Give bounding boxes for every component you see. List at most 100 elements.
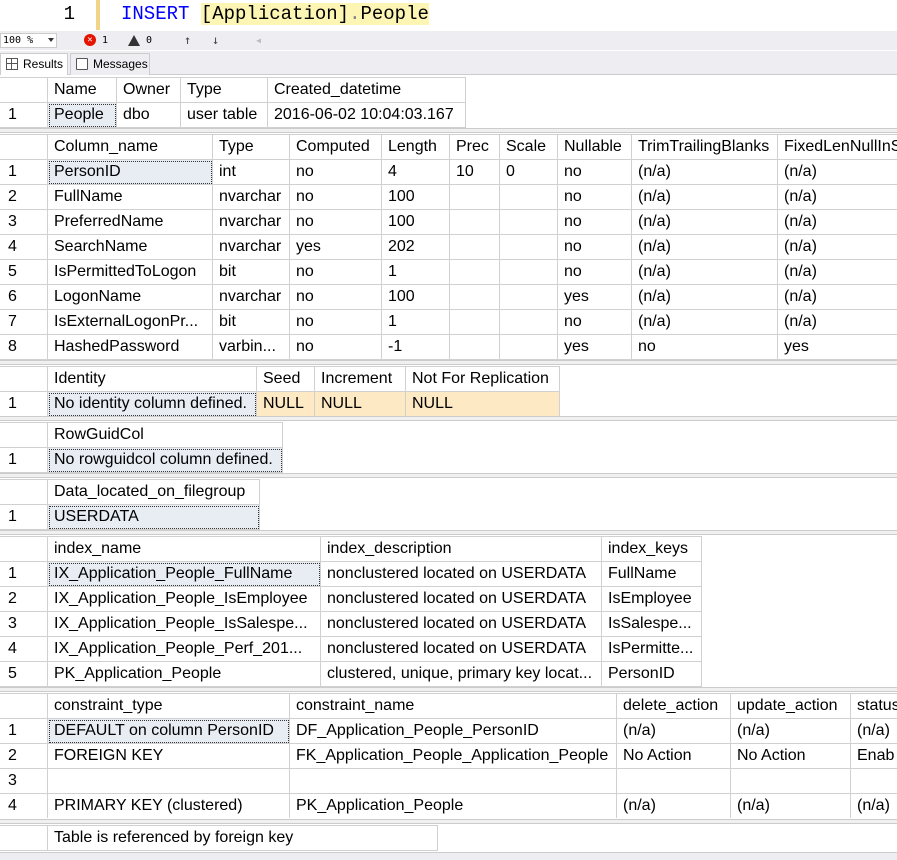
grid-cell[interactable]: (n/a) bbox=[632, 185, 778, 210]
grid-cell[interactable]: No identity column defined. bbox=[48, 392, 257, 417]
row-number[interactable]: 2 bbox=[0, 185, 48, 210]
row-number[interactable]: 3 bbox=[0, 769, 48, 794]
grid-cell[interactable]: No Action bbox=[731, 744, 851, 769]
grid-cell[interactable]: 4 bbox=[382, 160, 450, 185]
grid-cell[interactable]: (n/a) bbox=[731, 719, 851, 744]
column-header[interactable]: TrimTrailingBlanks bbox=[632, 135, 778, 160]
grid-cell[interactable]: bit bbox=[213, 310, 290, 335]
grid-cell[interactable]: int bbox=[213, 160, 290, 185]
grid-cell[interactable] bbox=[450, 285, 500, 310]
grid-cell[interactable]: no bbox=[290, 285, 382, 310]
grid-cell[interactable]: (n/a) bbox=[778, 285, 897, 310]
grid-cell[interactable]: no bbox=[558, 310, 632, 335]
grid-cell[interactable]: no bbox=[290, 210, 382, 235]
column-header[interactable]: Created_datetime bbox=[268, 78, 466, 103]
column-header[interactable]: status bbox=[851, 694, 897, 719]
grid-cell[interactable] bbox=[851, 769, 897, 794]
grid-cell[interactable]: dbo bbox=[117, 103, 181, 128]
row-number[interactable]: 1 bbox=[0, 719, 48, 744]
grid-cell[interactable]: PRIMARY KEY (clustered) bbox=[48, 794, 290, 818]
grid-cell[interactable]: (n/a) bbox=[851, 794, 897, 818]
grid-cell[interactable]: IsEmployee bbox=[602, 587, 702, 612]
grid-cell[interactable] bbox=[290, 769, 617, 794]
row-number[interactable]: 1 bbox=[0, 505, 48, 530]
grid-cell[interactable]: No Action bbox=[617, 744, 731, 769]
grid-splitter[interactable] bbox=[0, 128, 897, 133]
grid-cell[interactable]: (n/a) bbox=[731, 794, 851, 818]
row-number[interactable]: 5 bbox=[0, 662, 48, 687]
row-number[interactable]: 1 bbox=[0, 103, 48, 128]
grid-cell[interactable]: 1 bbox=[382, 260, 450, 285]
row-number[interactable]: 5 bbox=[0, 260, 48, 285]
grid-cell[interactable]: FullName bbox=[48, 185, 213, 210]
grid-cell[interactable]: IsExternalLogonPr... bbox=[48, 310, 213, 335]
zoom-dropdown[interactable]: 100 % bbox=[0, 33, 57, 48]
grid-cell[interactable]: PK_Application_People bbox=[48, 662, 321, 687]
grid-cell[interactable] bbox=[731, 769, 851, 794]
grid-cell[interactable]: PersonID bbox=[602, 662, 702, 687]
grid-cell[interactable] bbox=[500, 335, 558, 360]
column-header[interactable]: Nullable bbox=[558, 135, 632, 160]
grid-cell[interactable]: FullName bbox=[602, 562, 702, 587]
grid-cell[interactable]: USERDATA bbox=[48, 505, 260, 530]
grid-cell[interactable]: PersonID bbox=[48, 160, 213, 185]
column-header[interactable]: Scale bbox=[500, 135, 558, 160]
row-number[interactable]: 7 bbox=[0, 310, 48, 335]
grid-cell[interactable]: (n/a) bbox=[778, 260, 897, 285]
grid-splitter[interactable] bbox=[0, 530, 897, 535]
column-header[interactable]: Table is referenced by foreign key bbox=[48, 826, 438, 851]
grid-cell[interactable]: PK_Application_People bbox=[290, 794, 617, 818]
grid-cell[interactable]: no bbox=[558, 160, 632, 185]
column-header[interactable]: Prec bbox=[450, 135, 500, 160]
grid-cell[interactable]: DEFAULT on column PersonID bbox=[48, 719, 290, 744]
tab-messages[interactable]: Messages bbox=[70, 53, 150, 75]
column-header[interactable]: constraint_type bbox=[48, 694, 290, 719]
grid-cell[interactable] bbox=[617, 769, 731, 794]
grid-cell[interactable]: IsSalespe... bbox=[602, 612, 702, 637]
grid-cell[interactable]: (n/a) bbox=[778, 310, 897, 335]
grid-cell[interactable] bbox=[450, 185, 500, 210]
grid-cell[interactable]: no bbox=[558, 260, 632, 285]
row-number[interactable]: 4 bbox=[0, 794, 48, 818]
grid-splitter[interactable] bbox=[0, 473, 897, 478]
grid-cell[interactable] bbox=[500, 310, 558, 335]
tab-results[interactable]: Results bbox=[0, 53, 68, 75]
row-number[interactable]: 2 bbox=[0, 744, 48, 769]
grid-cell[interactable] bbox=[450, 210, 500, 235]
grid-cell[interactable]: no bbox=[290, 310, 382, 335]
grid-cell[interactable]: (n/a) bbox=[617, 794, 731, 818]
grid-cell[interactable]: (n/a) bbox=[778, 235, 897, 260]
grid-splitter[interactable] bbox=[0, 687, 897, 692]
grid-cell[interactable]: (n/a) bbox=[778, 210, 897, 235]
grid-splitter[interactable] bbox=[0, 416, 897, 421]
grid-cell[interactable]: yes bbox=[778, 335, 897, 360]
grid-cell[interactable] bbox=[450, 260, 500, 285]
column-header[interactable]: Length bbox=[382, 135, 450, 160]
warning-count[interactable]: 0 bbox=[128, 34, 152, 47]
grid-cell[interactable]: nvarchar bbox=[213, 185, 290, 210]
column-header[interactable]: delete_action bbox=[617, 694, 731, 719]
column-header[interactable]: Not For Replication bbox=[406, 367, 560, 392]
grid-cell[interactable]: No rowguidcol column defined. bbox=[48, 448, 283, 473]
grid-cell[interactable] bbox=[500, 235, 558, 260]
grid-cell[interactable] bbox=[500, 210, 558, 235]
arrow-left-icon[interactable]: ◂ bbox=[255, 33, 262, 47]
grid-cell[interactable]: Enab bbox=[851, 744, 897, 769]
grid-cell[interactable]: nonclustered located on USERDATA bbox=[321, 612, 602, 637]
error-count[interactable]: ✕ 1 bbox=[84, 34, 108, 47]
grid-splitter[interactable] bbox=[0, 819, 897, 824]
grid-cell[interactable]: (n/a) bbox=[632, 160, 778, 185]
column-header[interactable]: Increment bbox=[315, 367, 406, 392]
grid-cell[interactable]: -1 bbox=[382, 335, 450, 360]
grid-cell[interactable]: (n/a) bbox=[851, 719, 897, 744]
grid-cell[interactable]: People bbox=[48, 103, 117, 128]
column-header[interactable]: Owner bbox=[117, 78, 181, 103]
column-header[interactable]: index_name bbox=[48, 537, 321, 562]
results-grid-constraints[interactable]: constraint_type constraint_name delete_a… bbox=[0, 693, 897, 818]
grid-cell[interactable] bbox=[450, 335, 500, 360]
grid-cell[interactable]: no bbox=[290, 335, 382, 360]
grid-cell[interactable]: 1 bbox=[382, 310, 450, 335]
row-number[interactable]: 1 bbox=[0, 562, 48, 587]
grid-cell[interactable]: (n/a) bbox=[632, 260, 778, 285]
row-number[interactable]: 1 bbox=[0, 448, 48, 473]
